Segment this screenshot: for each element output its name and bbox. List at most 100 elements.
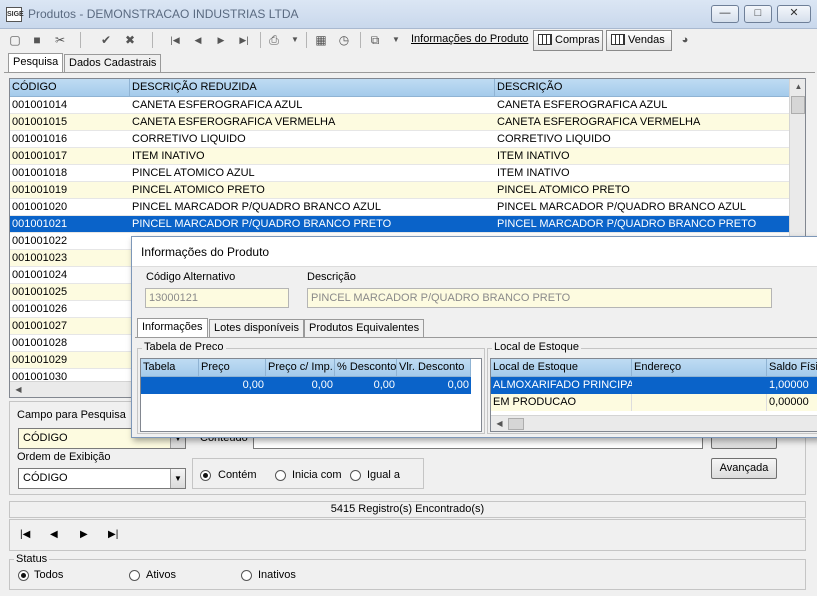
calculator-icon[interactable]: ▦ [312, 31, 330, 49]
cut-icon[interactable]: ✂ [51, 31, 69, 49]
next-record-icon[interactable]: ▶ [212, 31, 230, 49]
cell-local: EM PRODUCAO [491, 394, 632, 411]
column-header-vlr-desconto[interactable]: Vlr. Desconto [397, 359, 471, 377]
table-row[interactable]: 0,00 0,00 0,00 0,00 [141, 377, 471, 394]
column-header-descricao-reduzida[interactable]: DESCRIÇÃO REDUZIDA [130, 79, 495, 97]
table-row[interactable]: 001001021 PINCEL MARCADOR P/QUADRO BRANCO… [10, 216, 789, 233]
codigo-alternativo-field[interactable]: 13000121 [145, 288, 289, 308]
local-estoque-grid[interactable]: Local de Estoque Endereço Saldo Físico A… [490, 358, 817, 432]
print-dropdown-icon[interactable]: ▼ [286, 31, 304, 49]
popup-tab-informacoes[interactable]: Informações [137, 318, 208, 337]
ordem-exibicao-label: Ordem de Exibição [17, 451, 111, 463]
windows-icon[interactable]: ⧉ [366, 31, 384, 49]
cell-descricao-reduzida: CANETA ESFEROGRAFICA AZUL [132, 99, 303, 111]
table-row[interactable]: 001001016 CORRETIVO LIQUIDO CORRETIVO LIQU… [10, 131, 789, 148]
column-header-descricao[interactable]: DESCRIÇÃO [495, 79, 789, 97]
scroll-thumb[interactable] [791, 96, 805, 114]
radio-ativos[interactable] [129, 570, 140, 581]
tabela-preco-grid[interactable]: Tabela Preço Preço c/ Imp. % Desconto Vl… [140, 358, 482, 432]
radio-todos-label: Todos [34, 569, 64, 581]
toolbar-separator [360, 32, 361, 48]
radio-contem[interactable] [200, 470, 211, 481]
windows-dropdown-icon[interactable]: ▼ [387, 31, 405, 49]
popup-tab-equivalentes[interactable]: Produtos Equivalentes [304, 319, 425, 337]
first-record-icon[interactable]: |◀ [166, 31, 184, 49]
help-icon[interactable]: ◕ [676, 31, 694, 49]
next-record-icon[interactable]: ▶ [80, 529, 88, 540]
cell-descricao: ITEM INATIVO [497, 150, 570, 162]
toolbar-separator [306, 32, 307, 48]
first-record-icon[interactable]: |◀ [20, 529, 30, 540]
scroll-left-icon[interactable]: ◀ [491, 416, 508, 431]
last-record-icon[interactable]: ▶| [235, 31, 253, 49]
previous-record-icon[interactable]: ◀ [189, 31, 207, 49]
cancel-icon[interactable]: ✖ [121, 31, 139, 49]
table-row[interactable]: 001001015 CANETA ESFEROGRAFICA VERMELHA CA… [10, 114, 789, 131]
radio-inativos[interactable] [241, 570, 252, 581]
horizontal-scrollbar[interactable]: ◀ [491, 415, 817, 431]
column-header-saldo[interactable]: Saldo Físico [767, 359, 817, 377]
column-header-endereco[interactable]: Endereço [632, 359, 767, 377]
cell-codigo: 001001022 [12, 235, 68, 247]
cell-codigo: 001001028 [12, 337, 68, 349]
table-row[interactable]: EM PRODUCAO 0,00000 [491, 394, 817, 411]
cell-descricao-reduzida: PINCEL ATOMICO AZUL [132, 167, 255, 179]
radio-inicia-com[interactable] [275, 470, 286, 481]
scroll-up-icon[interactable]: ▲ [790, 79, 805, 96]
vendas-button[interactable]: Vendas [606, 30, 672, 51]
confirm-icon[interactable]: ✔ [97, 31, 115, 49]
compras-label: Compras [555, 34, 600, 46]
cell-descricao: CANETA ESFEROGRAFICA VERMELHA [497, 116, 701, 128]
column-header-codigo[interactable]: CÓDIGO [10, 79, 130, 97]
minimize-button[interactable]: — [711, 5, 739, 23]
tab-dados-cadastrais[interactable]: Dados Cadastrais [64, 54, 162, 72]
clock-icon[interactable]: ◷ [335, 31, 353, 49]
column-header-preco[interactable]: Preço [199, 359, 266, 377]
table-row[interactable]: ALMOXARIFADO PRINCIPAL 1,00000 [491, 377, 817, 394]
app-icon: SIGE [6, 7, 24, 22]
table-row[interactable]: 001001019 PINCEL ATOMICO PRETO PINCEL ATOM… [10, 182, 789, 199]
chevron-down-icon[interactable]: ▼ [170, 469, 185, 488]
save-icon[interactable]: ■ [28, 31, 46, 49]
column-header-pct-desconto[interactable]: % Desconto [335, 359, 397, 377]
tabela-preco-label: Tabela de Preco [142, 341, 226, 353]
table-row[interactable]: 001001018 PINCEL ATOMICO AZUL ITEM INATIVO [10, 165, 789, 182]
window-title: Produtos - DEMONSTRACAO INDUSTRIAS LTDA [28, 7, 299, 21]
cell-codigo: 001001016 [12, 133, 68, 145]
compras-button[interactable]: Compras [533, 30, 603, 51]
new-icon[interactable]: ▢ [6, 31, 24, 49]
toolbar-separator [152, 32, 153, 48]
print-icon[interactable]: ⎙ [265, 31, 283, 49]
cell-codigo: 001001021 [12, 218, 68, 230]
cell-descricao-reduzida: CORRETIVO LIQUIDO [132, 133, 246, 145]
tab-pesquisa[interactable]: Pesquisa [8, 53, 64, 73]
local-estoque-label: Local de Estoque [492, 341, 582, 353]
table-row[interactable]: 001001020 PINCEL MARCADOR P/QUADRO BRANCO… [10, 199, 789, 216]
info-product-link[interactable]: Informações do Produto [411, 33, 528, 45]
radio-igual-a[interactable] [350, 470, 361, 481]
ordem-exibicao-select[interactable]: CÓDIGO ▼ [18, 468, 186, 489]
scroll-thumb[interactable] [508, 418, 524, 430]
cell-preco: 0,00 [242, 379, 264, 391]
previous-record-icon[interactable]: ◀ [50, 529, 58, 540]
last-record-icon[interactable]: ▶| [108, 529, 118, 540]
cell-codigo: 001001020 [12, 201, 68, 213]
popup-title: Informações do Produto [141, 245, 270, 259]
status-label: Status [14, 553, 50, 565]
column-header-tabela[interactable]: Tabela [141, 359, 199, 377]
table-row[interactable]: 001001014 CANETA ESFEROGRAFICA AZUL CANETA… [10, 97, 789, 114]
avancada-button[interactable]: Avançada [711, 458, 777, 479]
scroll-left-icon[interactable]: ◀ [10, 382, 27, 397]
descricao-label: Descrição [307, 271, 356, 283]
cell-descricao: CANETA ESFEROGRAFICA AZUL [497, 99, 668, 111]
cell-descricao: CORRETIVO LIQUIDO [497, 133, 611, 145]
column-header-preco-imp[interactable]: Preço c/ Imp. [266, 359, 335, 377]
popup-tab-lotes[interactable]: Lotes disponíveis [209, 319, 304, 337]
radio-todos[interactable] [18, 570, 29, 581]
close-button[interactable]: ✕ [777, 5, 811, 23]
descricao-field[interactable]: PINCEL MARCADOR P/QUADRO BRANCO PRETO [307, 288, 772, 308]
cell-codigo: 001001015 [12, 116, 68, 128]
table-row[interactable]: 001001017 ITEM INATIVO ITEM INATIVO [10, 148, 789, 165]
column-header-local[interactable]: Local de Estoque [491, 359, 632, 377]
maximize-button[interactable]: □ [744, 5, 772, 23]
